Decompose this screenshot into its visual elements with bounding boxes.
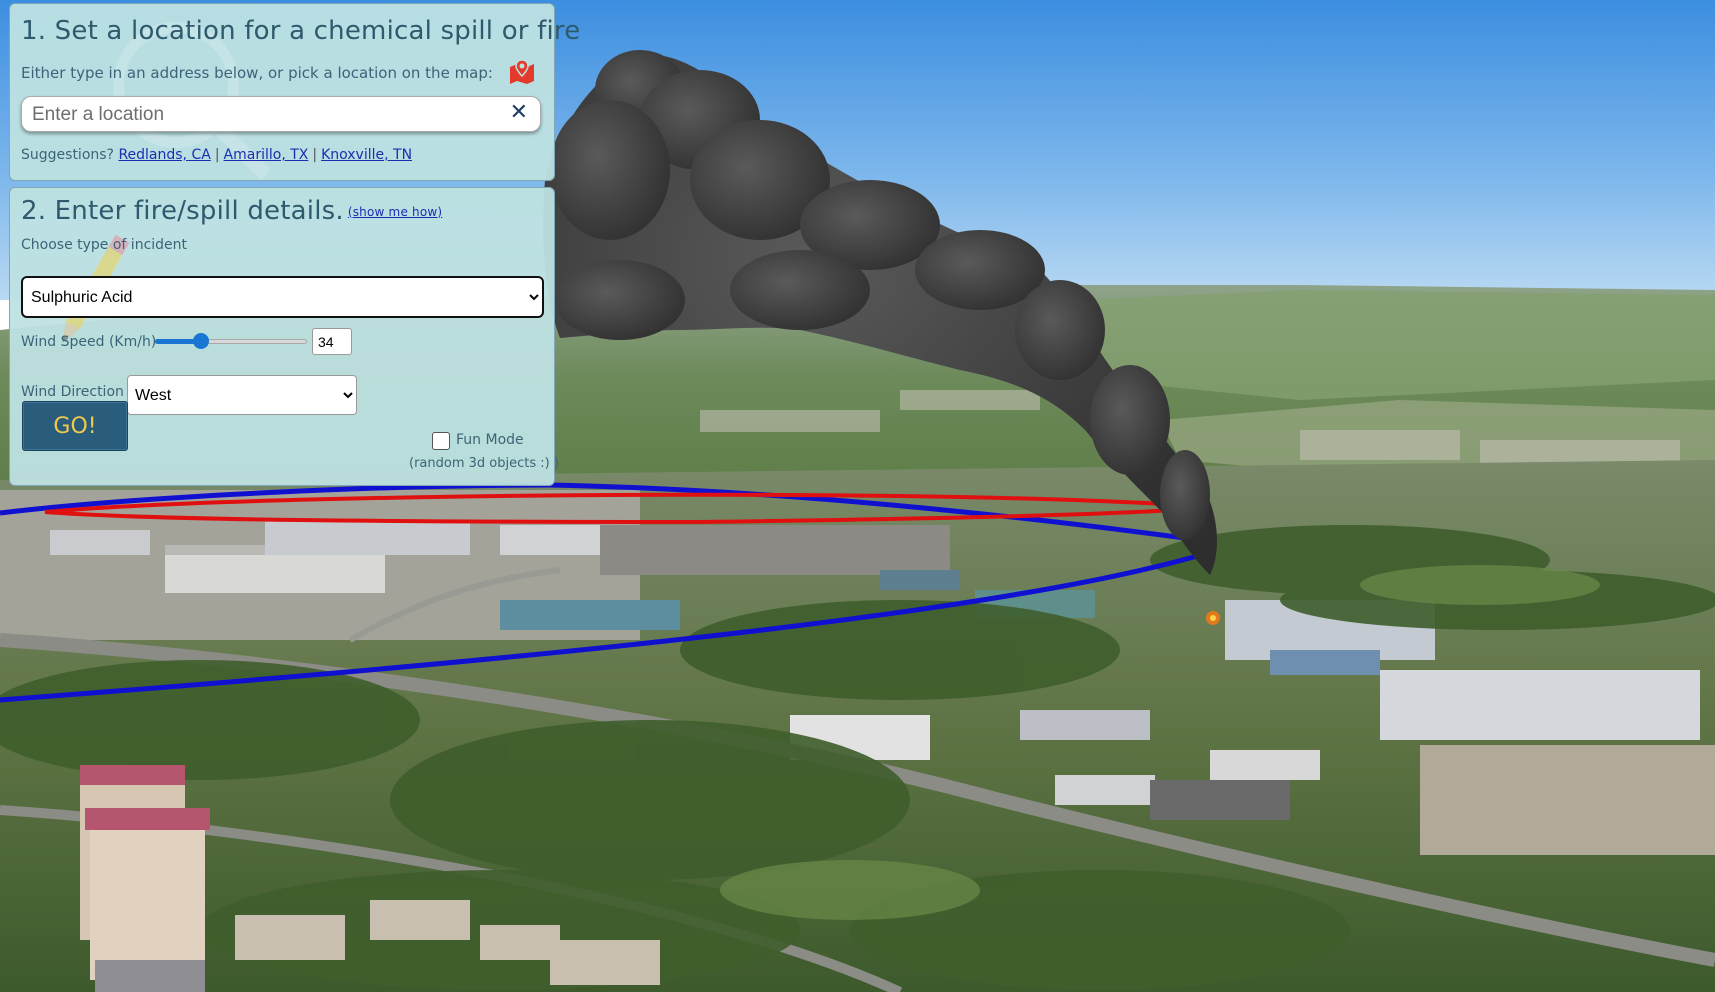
location-input[interactable]	[30, 100, 504, 130]
suggestions: Suggestions? Redlands, CA | Amarillo, TX | K…	[21, 147, 412, 163]
incident-type-label: Choose type of incident	[21, 237, 188, 253]
fun-mode-checkbox[interactable]	[432, 432, 450, 450]
suggestion-link-amarillo[interactable]: Amarillo, TX	[224, 147, 309, 163]
wind-direction-select[interactable]: West	[127, 375, 357, 415]
fun-mode-label: Fun Mode	[456, 432, 524, 448]
wind-speed-label: Wind Speed (Km/h)	[21, 334, 157, 350]
suggestion-link-redlands[interactable]: Redlands, CA	[118, 147, 210, 163]
clear-location-icon[interactable]: ✕	[510, 100, 528, 125]
suggestion-separator: |	[214, 147, 220, 163]
go-button[interactable]: GO!	[22, 401, 128, 451]
wind-speed-input[interactable]	[312, 328, 352, 355]
step1-title: 1. Set a location for a chemical spill o…	[21, 16, 581, 46]
location-input-wrapper: ✕	[21, 96, 541, 132]
suggestion-separator: |	[312, 147, 318, 163]
details-panel: 2. Enter fire/spill details. (show me how…	[9, 187, 559, 486]
location-panel: 1. Set a location for a chemical spill o…	[9, 3, 580, 181]
step2-title: 2. Enter fire/spill details. (show me how…	[21, 196, 442, 226]
fun-mode-note: (random 3d objects :) )	[409, 456, 559, 471]
suggestion-link-knoxville[interactable]: Knoxville, TN	[321, 147, 412, 163]
step1-instruction: Either type in an address below, or pick…	[21, 64, 493, 82]
wind-direction-label: Wind Direction	[21, 384, 124, 400]
slider-thumb[interactable]	[193, 333, 209, 349]
show-me-how-link[interactable]: (show me how)	[348, 205, 442, 219]
suggestions-label: Suggestions?	[21, 147, 114, 163]
incident-type-select[interactable]: Sulphuric Acid	[21, 276, 544, 318]
wind-speed-slider[interactable]	[155, 331, 307, 351]
map-marker-icon[interactable]	[508, 57, 536, 85]
step2-title-text: 2. Enter fire/spill details.	[21, 196, 344, 226]
